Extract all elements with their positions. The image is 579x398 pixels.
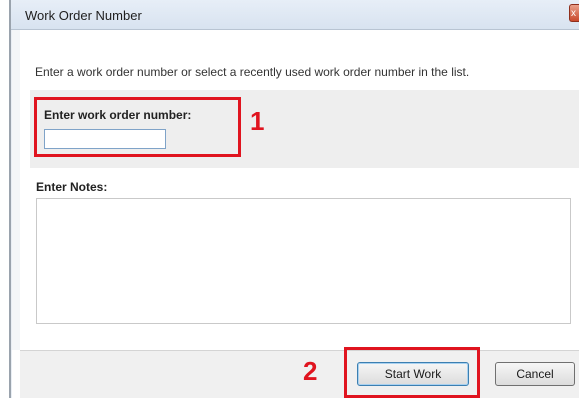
close-icon[interactable]: x xyxy=(569,4,579,22)
notes-textarea[interactable] xyxy=(36,198,571,324)
annotation-callout-1: 1 xyxy=(250,106,265,136)
instruction-text: Enter a work order number or select a re… xyxy=(35,65,470,79)
annotation-highlight-1 xyxy=(34,97,241,157)
annotation-callout-2: 2 xyxy=(303,356,318,386)
annotation-highlight-2 xyxy=(344,347,480,398)
title-bar[interactable]: Work Order Number x xyxy=(11,0,579,30)
cancel-button[interactable]: Cancel xyxy=(495,362,575,386)
window-left-edge xyxy=(0,0,12,398)
notes-label: Enter Notes: xyxy=(36,180,108,194)
window-title: Work Order Number xyxy=(25,8,142,23)
